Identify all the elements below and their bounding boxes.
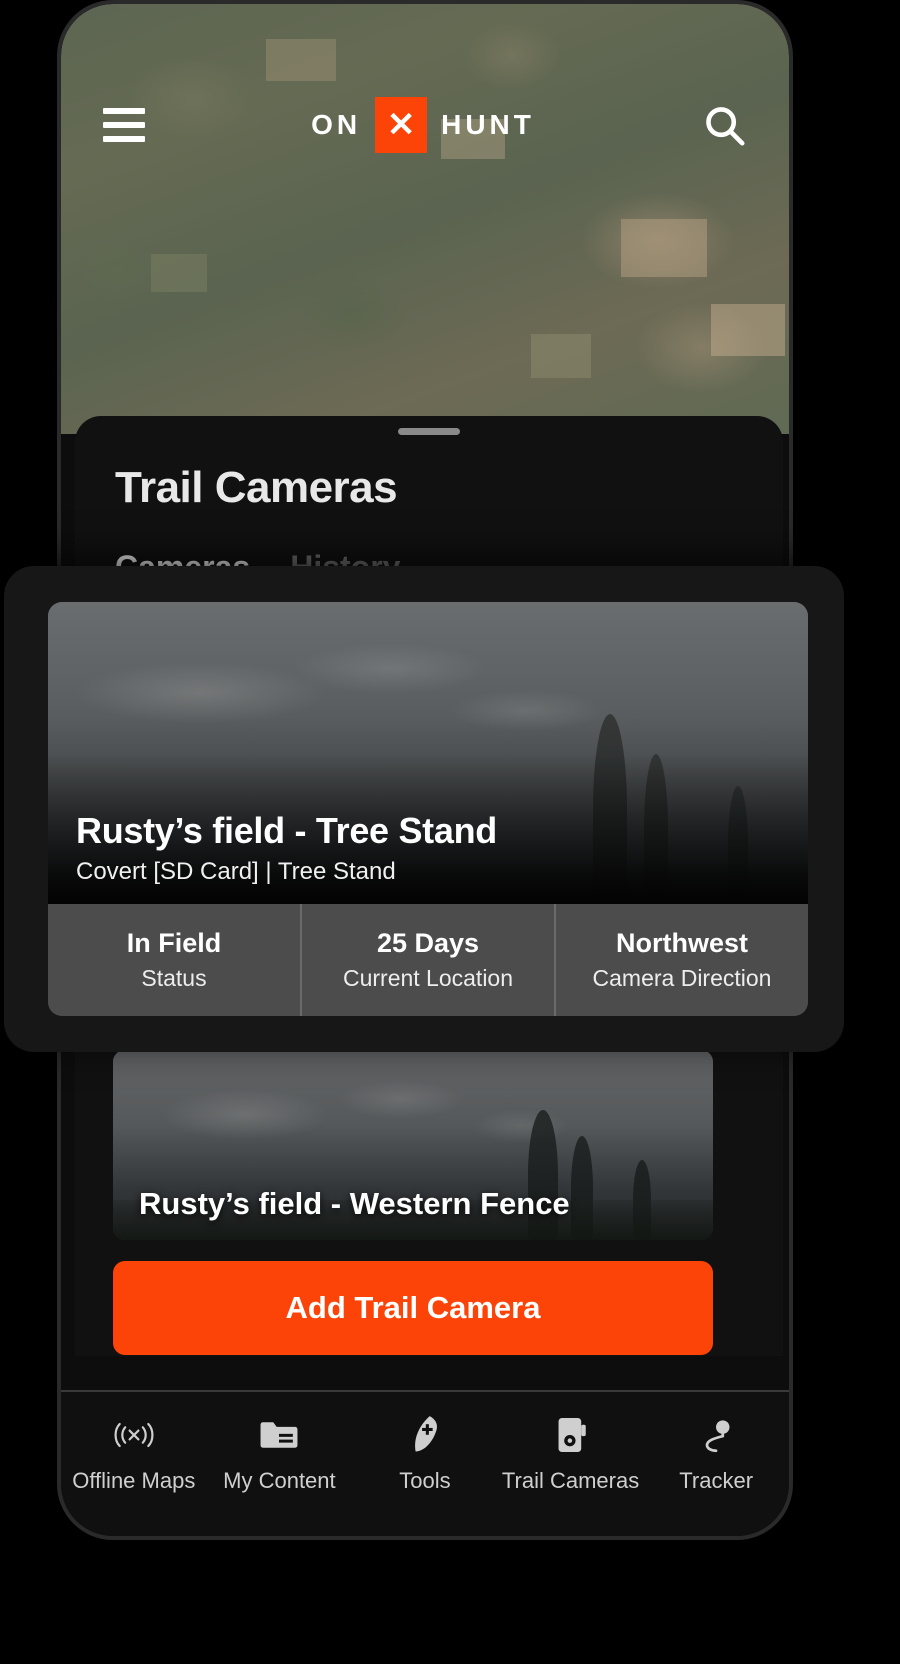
camera-detail-modal: Rusty’s field - Tree Stand Covert [SD Ca… (4, 566, 844, 1052)
page-title: Trail Cameras (75, 435, 783, 513)
map-field-patch (151, 254, 207, 292)
search-icon[interactable] (701, 102, 747, 148)
brand-hunt-text: HUNT (441, 109, 535, 141)
map-field-patch (711, 304, 785, 356)
hamburger-menu-icon[interactable] (103, 108, 145, 142)
nav-item-trail-cameras[interactable]: Trail Cameras (498, 1414, 644, 1494)
camera-stats-row: In Field Status 25 Days Current Location… (48, 904, 808, 1016)
sheet-drag-handle[interactable] (398, 428, 460, 435)
offline-maps-signal-icon (112, 1414, 156, 1456)
nav-item-tracker[interactable]: Tracker (643, 1414, 789, 1494)
camera-hero-photo: Rusty’s field - Tree Stand Covert [SD Ca… (48, 602, 808, 904)
nav-label: Offline Maps (72, 1468, 195, 1494)
trail-camera-icon (554, 1414, 588, 1456)
stat-value: In Field (127, 928, 222, 959)
nav-label: My Content (223, 1468, 336, 1494)
camera-title: Rusty’s field - Tree Stand (76, 810, 497, 852)
map-field-patch (266, 39, 336, 81)
stat-camera-direction: Northwest Camera Direction (554, 904, 808, 1016)
brand-x-icon: ✕ (375, 97, 427, 153)
map-background[interactable] (61, 4, 789, 434)
stat-label: Current Location (343, 965, 513, 992)
nav-item-tools[interactable]: Tools (352, 1414, 498, 1494)
stat-value: Northwest (616, 928, 748, 959)
nav-item-my-content[interactable]: My Content (207, 1414, 353, 1494)
folder-icon (259, 1414, 299, 1456)
trail-camera-card-2[interactable]: Rusty’s field - Western Fence (113, 1050, 713, 1240)
stat-status: In Field Status (48, 904, 300, 1016)
app-header: ON ✕ HUNT (61, 82, 789, 168)
add-trail-camera-button[interactable]: Add Trail Camera (113, 1261, 713, 1355)
nav-label: Tools (399, 1468, 450, 1494)
stat-label: Status (141, 965, 206, 992)
trail-camera-card-title: Rusty’s field - Western Fence (139, 1186, 570, 1222)
stat-value: 25 Days (377, 928, 479, 959)
nav-item-offline-maps[interactable]: Offline Maps (61, 1414, 207, 1494)
nav-label: Trail Cameras (502, 1468, 639, 1494)
map-field-patch (621, 219, 707, 277)
nav-label: Tracker (679, 1468, 753, 1494)
stat-current-location: 25 Days Current Location (300, 904, 554, 1016)
camera-detail-card[interactable]: Rusty’s field - Tree Stand Covert [SD Ca… (48, 602, 808, 1016)
camera-hero-text: Rusty’s field - Tree Stand Covert [SD Ca… (76, 810, 497, 886)
tools-arrowhead-icon (407, 1414, 443, 1456)
bottom-navigation: Offline Maps My Content (61, 1390, 789, 1536)
stat-label: Camera Direction (593, 965, 772, 992)
camera-subtitle: Covert [SD Card] | Tree Stand (76, 858, 497, 886)
brand-logo: ON ✕ HUNT (145, 97, 701, 153)
map-field-patch (531, 334, 591, 378)
tracker-pin-icon (698, 1414, 734, 1456)
brand-on-text: ON (311, 109, 361, 141)
